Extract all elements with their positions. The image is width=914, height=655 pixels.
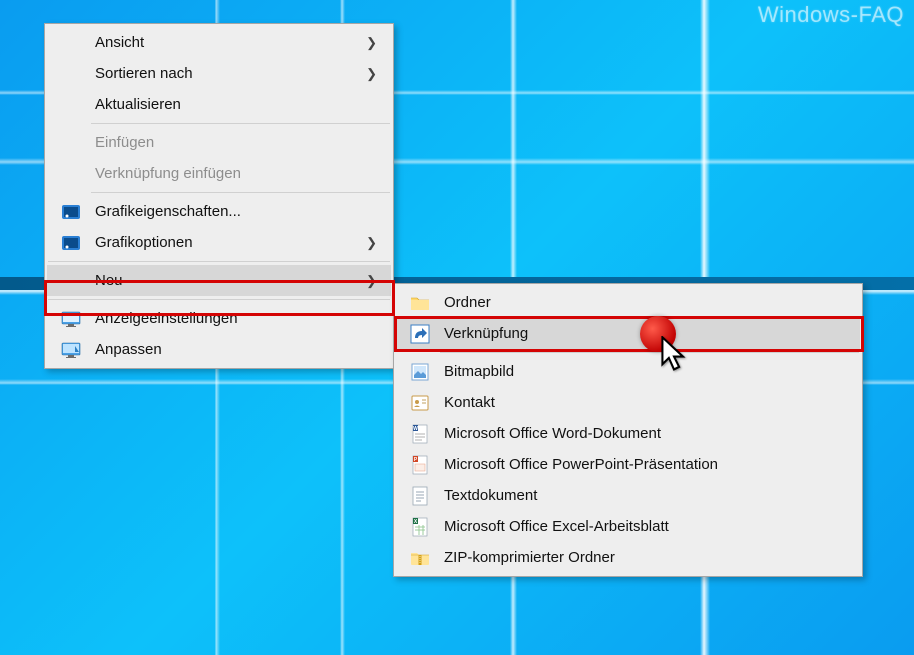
menu-item-paste-shortcut: Verknüpfung einfügen bbox=[47, 158, 391, 189]
submenu-label: Ordner bbox=[444, 294, 491, 311]
menu-item-paste: Einfügen bbox=[47, 127, 391, 158]
menu-label: Aktualisieren bbox=[95, 96, 181, 113]
menu-label: Grafikeigenschaften... bbox=[95, 203, 241, 220]
submenu-label: Verknüpfung bbox=[444, 325, 528, 342]
menu-label: Anpassen bbox=[95, 341, 162, 358]
submenu-label: Kontakt bbox=[444, 394, 495, 411]
menu-label: Neu bbox=[95, 272, 123, 289]
monitor-icon bbox=[61, 309, 81, 329]
submenu-item-excel[interactable]: X Microsoft Office Excel-Arbeitsblatt bbox=[396, 511, 860, 542]
chevron-right-icon: ❯ bbox=[366, 273, 377, 289]
submenu-item-shortcut[interactable]: Verknüpfung bbox=[396, 318, 860, 349]
menu-label: Anzeigeeinstellungen bbox=[95, 310, 238, 327]
folder-icon bbox=[410, 293, 430, 313]
menu-label: Grafikoptionen bbox=[95, 234, 193, 251]
submenu-label: Bitmapbild bbox=[444, 363, 514, 380]
menu-separator bbox=[91, 192, 390, 193]
menu-item-graphics-opts[interactable]: Grafikoptionen ❯ bbox=[47, 227, 391, 258]
chevron-right-icon: ❯ bbox=[366, 66, 377, 82]
zip-folder-icon bbox=[410, 548, 430, 568]
menu-separator bbox=[48, 261, 390, 262]
submenu-label: Textdokument bbox=[444, 487, 537, 504]
excel-icon: X bbox=[410, 517, 430, 537]
submenu-item-bitmap[interactable]: Bitmapbild bbox=[396, 356, 860, 387]
personalize-icon bbox=[61, 340, 81, 360]
submenu-label: Microsoft Office Excel-Arbeitsblatt bbox=[444, 518, 669, 535]
intel-graphics-icon bbox=[61, 202, 81, 222]
submenu-label: ZIP-komprimierter Ordner bbox=[444, 549, 615, 566]
submenu-label: Microsoft Office Word-Dokument bbox=[444, 425, 661, 442]
menu-label: Ansicht bbox=[95, 34, 144, 51]
submenu-item-powerpoint[interactable]: P Microsoft Office PowerPoint-Präsentati… bbox=[396, 449, 860, 480]
intel-graphics-icon bbox=[61, 233, 81, 253]
menu-separator bbox=[48, 299, 390, 300]
submenu-item-text[interactable]: Textdokument bbox=[396, 480, 860, 511]
submenu-item-folder[interactable]: Ordner bbox=[396, 287, 860, 318]
submenu-item-contact[interactable]: Kontakt bbox=[396, 387, 860, 418]
menu-item-personalize[interactable]: Anpassen bbox=[47, 334, 391, 365]
word-icon: W bbox=[410, 424, 430, 444]
menu-separator bbox=[91, 123, 390, 124]
menu-item-display-settings[interactable]: Anzeigeeinstellungen bbox=[47, 303, 391, 334]
menu-item-sort[interactable]: Sortieren nach ❯ bbox=[47, 58, 391, 89]
menu-item-view[interactable]: Ansicht ❯ bbox=[47, 27, 391, 58]
submenu-label: Microsoft Office PowerPoint-Präsentation bbox=[444, 456, 718, 473]
submenu-item-zip[interactable]: ZIP-komprimierter Ordner bbox=[396, 542, 860, 573]
shortcut-icon bbox=[410, 324, 430, 344]
contact-icon bbox=[410, 393, 430, 413]
chevron-right-icon: ❯ bbox=[366, 35, 377, 51]
text-doc-icon bbox=[410, 486, 430, 506]
submenu-item-word[interactable]: W Microsoft Office Word-Dokument bbox=[396, 418, 860, 449]
menu-item-graphics-props[interactable]: Grafikeigenschaften... bbox=[47, 196, 391, 227]
chevron-right-icon: ❯ bbox=[366, 235, 377, 251]
menu-item-new[interactable]: Neu ❯ bbox=[47, 265, 391, 296]
powerpoint-icon: P bbox=[410, 455, 430, 475]
new-submenu: Ordner Verknüpfung Bitmapbild Kontakt W … bbox=[393, 283, 863, 577]
menu-label: Einfügen bbox=[95, 134, 154, 151]
bitmap-icon bbox=[410, 362, 430, 382]
menu-separator bbox=[440, 352, 859, 353]
menu-item-refresh[interactable]: Aktualisieren bbox=[47, 89, 391, 120]
desktop-context-menu: Ansicht ❯ Sortieren nach ❯ Aktualisieren… bbox=[44, 23, 394, 369]
menu-label: Sortieren nach bbox=[95, 65, 193, 82]
menu-label: Verknüpfung einfügen bbox=[95, 165, 241, 182]
watermark-text: Windows-FAQ bbox=[758, 2, 904, 28]
svg-text:W: W bbox=[413, 426, 418, 432]
